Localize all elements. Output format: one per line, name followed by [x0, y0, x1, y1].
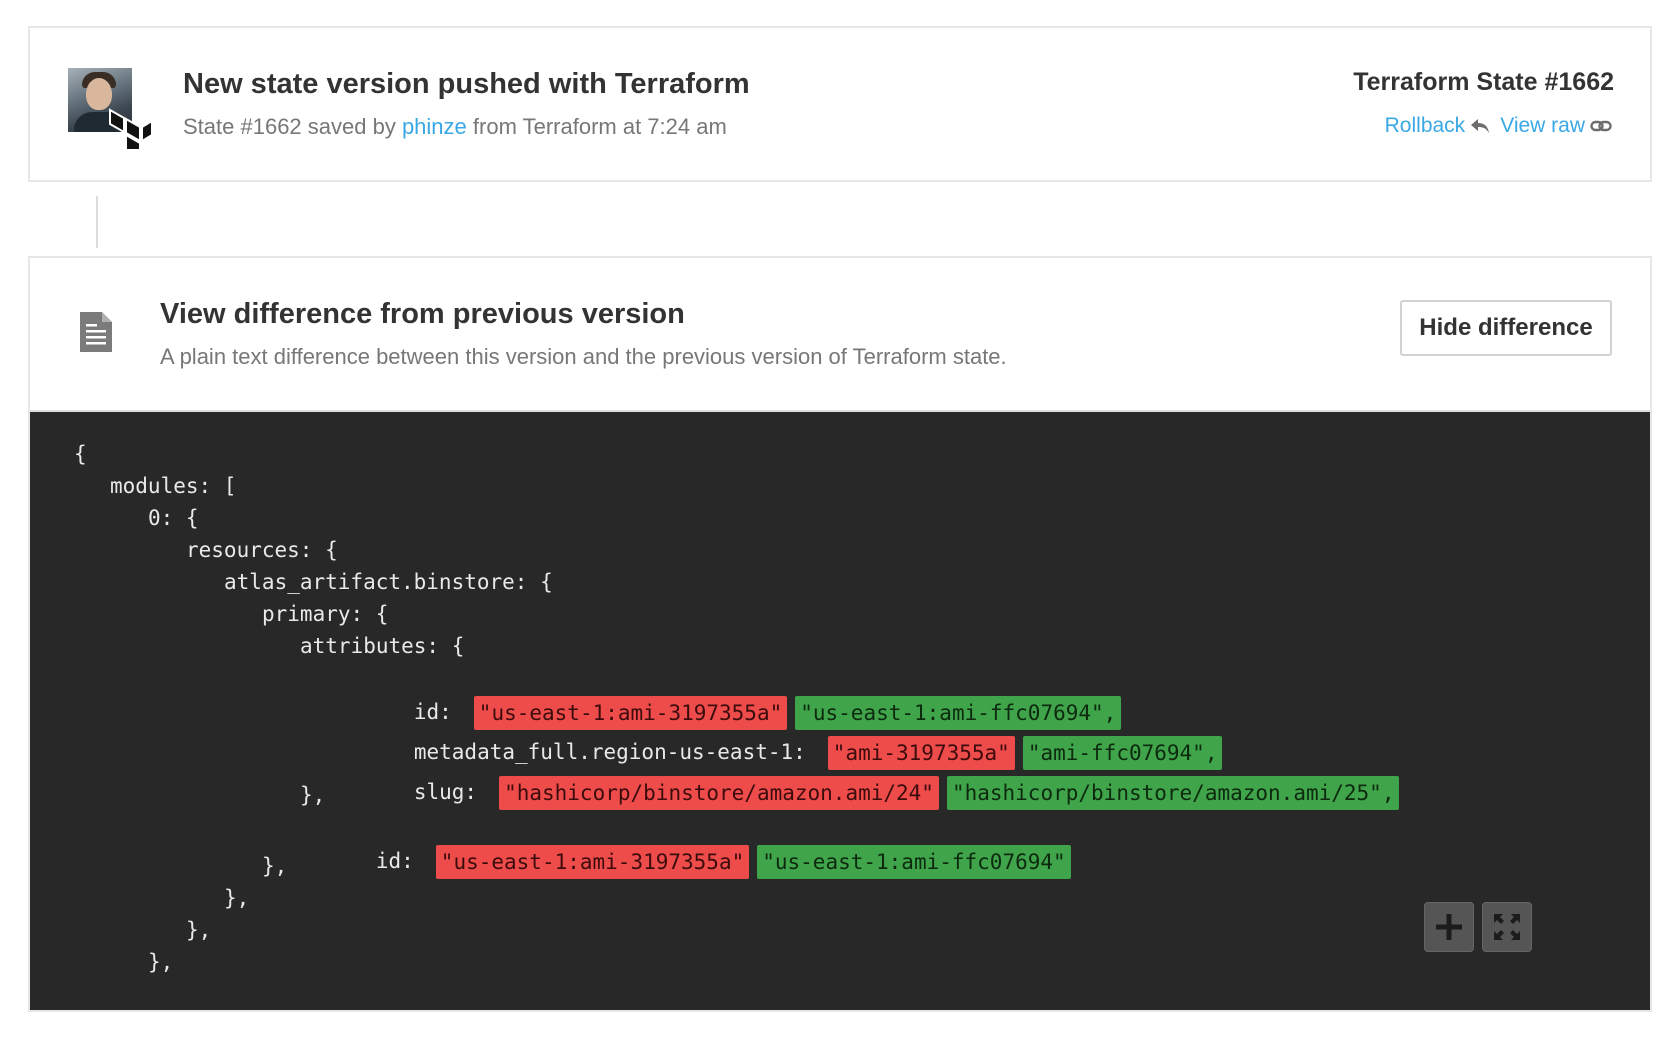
code-line: {: [74, 442, 87, 466]
reply-arrow-icon: [1471, 119, 1490, 133]
code-line: attributes: {: [300, 634, 465, 658]
code-line: atlas_artifact.binstore: {: [224, 570, 553, 594]
view-raw-link[interactable]: View raw: [1500, 114, 1612, 138]
code-line: },: [224, 886, 250, 910]
event-title: New state version pushed with Terraform: [183, 68, 750, 100]
timeline-connector: [96, 196, 98, 248]
difference-card: View difference from previous version A …: [28, 256, 1652, 1012]
view-raw-label: View raw: [1500, 114, 1585, 137]
code-line: },: [186, 918, 212, 942]
removed-value: "us-east-1:ami-3197355a": [435, 845, 750, 879]
diff-code-viewer[interactable]: { modules: [ 0: { resources: { atlas_art…: [30, 410, 1650, 1010]
rollback-label: Rollback: [1384, 114, 1466, 137]
terraform-logo-icon: [109, 108, 152, 150]
hide-difference-button[interactable]: Hide difference: [1400, 300, 1612, 356]
avatar-group: [68, 68, 152, 150]
code-line: primary: {: [262, 602, 389, 626]
added-value: "us-east-1:ami-ffc07694": [757, 845, 1071, 879]
event-subtitle: State #1662 saved by phinze from Terrafo…: [183, 114, 727, 140]
code-key: slug:: [413, 780, 478, 804]
code-line: resources: {: [186, 538, 338, 562]
code-line: modules: [: [110, 474, 237, 498]
code-line: },: [300, 783, 326, 807]
event-subtitle-suffix: from Terraform at 7:24 am: [466, 114, 727, 139]
rollback-link[interactable]: Rollback: [1385, 114, 1491, 138]
diff-line-id: id: "us-east-1:ami-3197355a" "us-east-1:am…: [338, 661, 1122, 730]
code-line: },: [148, 950, 174, 974]
link-icon: [1590, 120, 1612, 132]
diff-title: View difference from previous version: [160, 298, 685, 330]
code-line: 0: {: [148, 506, 199, 530]
code-key: id:: [375, 849, 414, 873]
diff-line-metadata: metadata_full.region-us-east-1: "ami-3197…: [338, 701, 1223, 770]
user-link[interactable]: phinze: [402, 114, 467, 139]
zoom-in-button[interactable]: [1424, 902, 1474, 952]
added-value: "hashicorp/binstore/amazon.ami/25",: [946, 776, 1400, 810]
event-subtitle-prefix: State #1662 saved by: [183, 114, 402, 139]
plus-icon: [1436, 914, 1462, 940]
diff-description: A plain text difference between this ver…: [160, 344, 1007, 369]
removed-value: "hashicorp/binstore/amazon.ami/24": [499, 776, 939, 810]
fullscreen-button[interactable]: [1482, 902, 1532, 952]
state-title: Terraform State #1662: [1353, 68, 1614, 96]
state-version-card: New state version pushed with Terraform …: [28, 26, 1652, 182]
code-line: },: [262, 854, 288, 878]
expand-icon: [1494, 914, 1520, 940]
document-icon: [80, 312, 112, 352]
diff-line-slug: slug: "hashicorp/binstore/amazon.ami/24" "…: [338, 741, 1400, 810]
diff-line-primary-id: id: "us-east-1:ami-3197355a" "us-east-1:am…: [300, 810, 1071, 879]
state-actions: Rollback View raw: [1385, 114, 1612, 138]
